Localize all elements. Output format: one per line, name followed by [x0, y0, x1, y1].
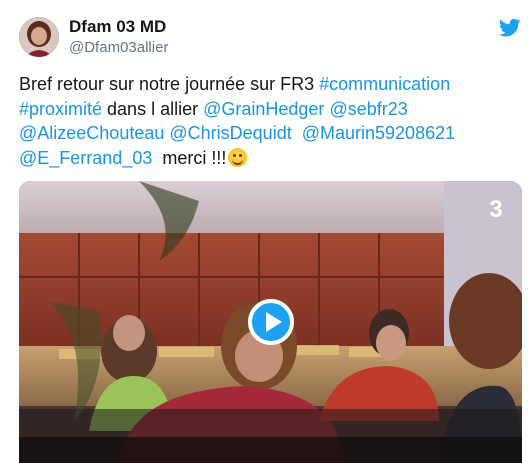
- tweet-text-segment: Bref retour sur notre journée sur FR3: [19, 74, 320, 94]
- tweet-text-segment: merci !!!: [152, 147, 227, 168]
- hashtag-link[interactable]: #proximité: [19, 99, 102, 119]
- user-handle[interactable]: @Dfam03allier: [69, 38, 168, 58]
- mention-link[interactable]: @E_Ferrand_03: [19, 148, 152, 168]
- tweet-text-segment: dans l allier: [102, 98, 204, 119]
- avatar[interactable]: [19, 17, 59, 57]
- video-player[interactable]: 3: [19, 181, 522, 463]
- mention-link[interactable]: @Maurin59208621: [302, 123, 455, 143]
- play-icon[interactable]: [248, 299, 294, 345]
- smiling-face-emoji: [228, 147, 248, 167]
- channel-logo: 3: [489, 196, 503, 223]
- mention-link[interactable]: @AlizeeChouteau: [19, 123, 164, 143]
- mention-link[interactable]: @GrainHedger: [203, 99, 324, 119]
- twitter-bird-icon[interactable]: [498, 18, 521, 38]
- hashtag-link[interactable]: #communication: [319, 74, 450, 94]
- profile-photo: [19, 17, 59, 57]
- tweet-card: Dfam 03 MD @Dfam03allier Bref retour sur…: [0, 0, 528, 463]
- mention-link[interactable]: @ChrisDequidt: [169, 123, 291, 143]
- display-name[interactable]: Dfam 03 MD: [69, 17, 166, 37]
- tweet-text-segment: [292, 123, 302, 143]
- tweet-text: Bref retour sur notre journée sur FR3 #c…: [19, 72, 514, 170]
- mention-link[interactable]: @sebfr23: [329, 99, 407, 119]
